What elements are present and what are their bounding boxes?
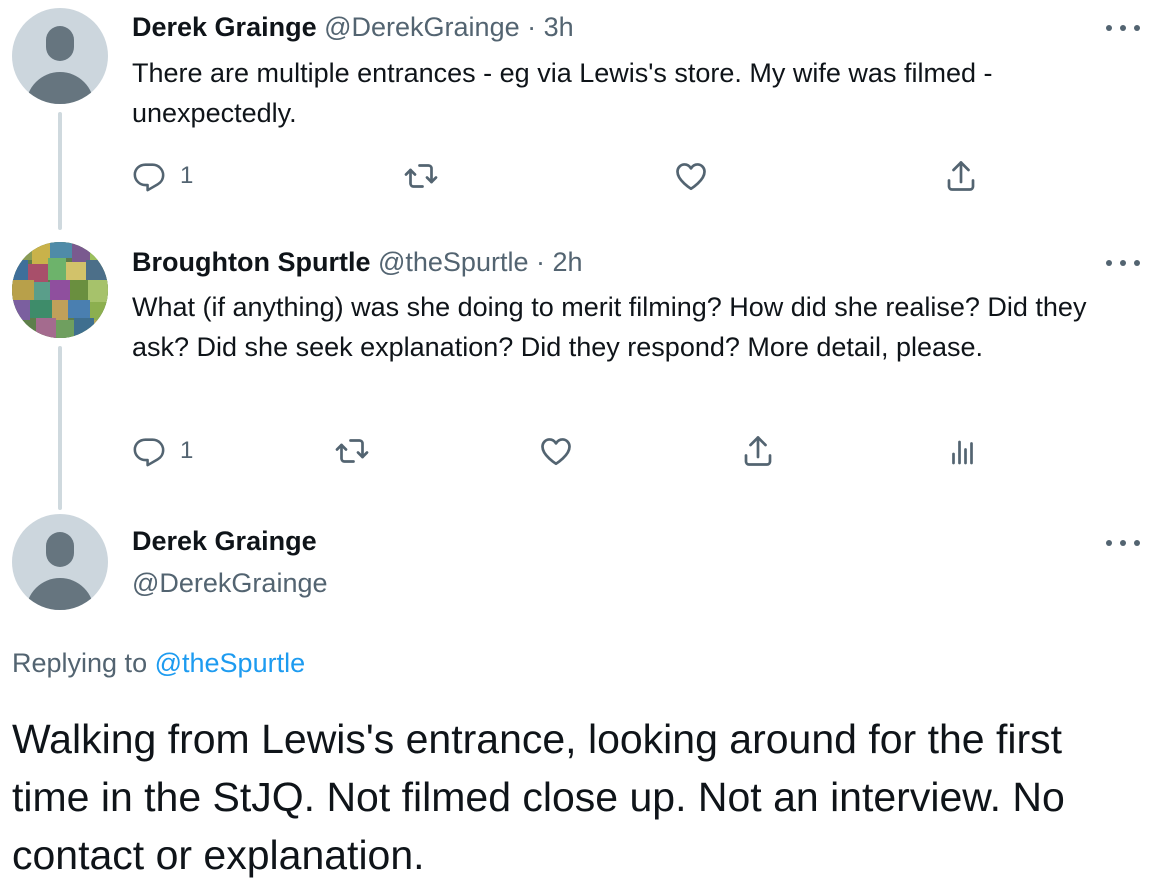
mosaic-profile-image [12, 242, 108, 338]
author-handle[interactable]: @DerekGrainge [324, 12, 520, 42]
author-handle[interactable]: @theSpurtle [378, 247, 529, 277]
author-name[interactable]: Derek Grainge [132, 524, 317, 558]
replying-prefix: Replying to [12, 648, 148, 678]
share-button[interactable] [943, 158, 979, 194]
reply-icon [132, 159, 166, 193]
like-button[interactable] [538, 433, 574, 469]
retweet-button[interactable] [334, 433, 370, 469]
reply-icon [132, 434, 166, 468]
share-icon [943, 158, 979, 194]
avatar[interactable] [12, 514, 108, 610]
share-icon [740, 433, 776, 469]
like-icon [673, 158, 709, 194]
timestamp[interactable]: 3h [544, 12, 574, 42]
thread-line [58, 112, 62, 230]
like-button[interactable] [673, 158, 709, 194]
replying-to: Replying to @theSpurtle [12, 646, 305, 680]
more-icon[interactable] [1106, 253, 1140, 273]
avatar[interactable] [12, 8, 108, 104]
analytics-icon [943, 433, 979, 469]
separator: · [536, 247, 545, 277]
author-name[interactable]: Derek Grainge [132, 12, 317, 42]
tweet-header: Broughton Spurtle @theSpurtle · 2h [132, 245, 583, 279]
thread-line [58, 346, 62, 510]
author-handle[interactable]: @DerekGrainge [132, 566, 328, 600]
more-icon[interactable] [1106, 533, 1140, 553]
tweet-header: Derek Grainge @DerekGrainge · 3h [132, 10, 574, 44]
tweet-text: There are multiple entrances - eg via Le… [132, 58, 993, 128]
retweet-icon [334, 433, 370, 469]
more-icon[interactable] [1106, 18, 1140, 38]
separator: · [527, 12, 537, 42]
mention-link[interactable]: @theSpurtle [155, 648, 306, 678]
author-name[interactable]: Broughton Spurtle [132, 247, 370, 277]
reply-button[interactable]: 1 [132, 158, 193, 194]
reply-count: 1 [180, 162, 194, 189]
retweet-icon [403, 158, 439, 194]
tweet-text: What (if anything) was she doing to meri… [132, 292, 1087, 362]
tweet-text: Walking from Lewis's entrance, looking a… [12, 716, 1065, 878]
analytics-button[interactable] [943, 433, 979, 469]
retweet-button[interactable] [403, 158, 439, 194]
reply-count: 1 [180, 437, 194, 464]
like-icon [538, 433, 574, 469]
reply-button[interactable]: 1 [132, 433, 193, 469]
share-button[interactable] [740, 433, 776, 469]
avatar[interactable] [12, 242, 108, 338]
timestamp[interactable]: 2h [553, 247, 583, 277]
